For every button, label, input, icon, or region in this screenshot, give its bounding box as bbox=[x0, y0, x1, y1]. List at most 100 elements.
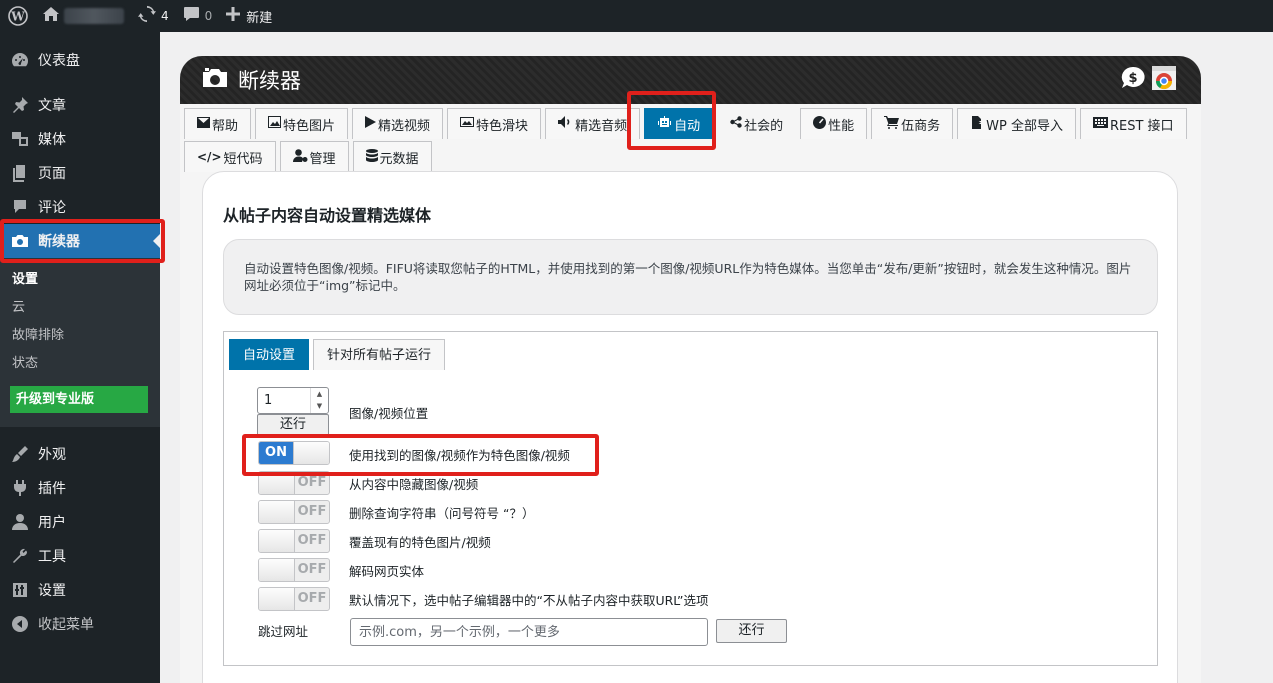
menu-comments[interactable]: 评论 bbox=[0, 190, 160, 224]
tab-auto[interactable]: 自动 bbox=[644, 108, 714, 139]
menu-pages[interactable]: 页面 bbox=[0, 156, 160, 190]
updates-link[interactable]: 4 bbox=[131, 0, 176, 32]
tab-shortcodes[interactable]: </> 短代码 bbox=[184, 141, 276, 172]
toggle-label: 默认情况下，选中帖子编辑器中的“不从帖子内容中获取URL”选项 bbox=[349, 593, 709, 608]
toggle-label: 删除查询字符串（问号符号 “？） bbox=[349, 506, 535, 521]
menu-label: 收起菜单 bbox=[38, 617, 94, 633]
toggle-knob bbox=[259, 530, 295, 552]
toggle-label: 使用找到的图像/视频作为特色图像/视频 bbox=[349, 448, 570, 463]
tab-featured-slider[interactable]: 特色滑块 bbox=[447, 108, 542, 139]
toggle-label: 覆盖现有的特色图片/视频 bbox=[349, 535, 491, 550]
tab-featured-image[interactable]: 特色图片 bbox=[255, 108, 349, 139]
submenu-status[interactable]: 状态 bbox=[0, 350, 160, 378]
plugin-submenu: 设置 云 故障排除 状态 升级到专业版 bbox=[0, 258, 160, 427]
toggle-state: OFF bbox=[297, 591, 327, 606]
toggle-label: 从内容中隐藏图像/视频 bbox=[349, 477, 479, 492]
wordpress-logo-icon[interactable]: W bbox=[0, 0, 35, 32]
tab-featured-audio[interactable]: 精选音频 bbox=[545, 108, 641, 139]
brush-icon bbox=[10, 444, 30, 464]
updates-count: 4 bbox=[161, 9, 169, 23]
wrench-icon bbox=[10, 546, 30, 566]
menu-posts[interactable]: 文章 bbox=[0, 88, 160, 122]
camera-icon bbox=[202, 67, 228, 93]
chrome-icon[interactable] bbox=[1152, 66, 1176, 94]
update-icon bbox=[138, 5, 156, 27]
tab-performance[interactable]: 性能 bbox=[800, 108, 868, 139]
page-icon bbox=[10, 163, 30, 183]
tab-featured-video[interactable]: 精选视频 bbox=[352, 108, 444, 139]
toggle-default-no-fetch[interactable]: OFF bbox=[258, 587, 330, 611]
menu-label: 媒体 bbox=[38, 132, 66, 148]
tab-admin[interactable]: 管理 bbox=[279, 141, 349, 172]
toggle-knob bbox=[259, 588, 295, 610]
tab-wp-all-import[interactable]: WP 全部导入 bbox=[957, 108, 1076, 139]
tab-label: 帮助 bbox=[212, 118, 239, 134]
toggle-decode-entities[interactable]: OFF bbox=[258, 558, 330, 582]
menu-tools[interactable]: 工具 bbox=[0, 539, 160, 573]
number-spinner[interactable]: ▲ ▼ bbox=[310, 388, 328, 413]
play-icon bbox=[365, 116, 378, 132]
menu-label: 文章 bbox=[38, 98, 66, 114]
toggle-overwrite-existing[interactable]: OFF bbox=[258, 529, 330, 553]
tab-label: 自动 bbox=[674, 118, 701, 134]
menu-label: 断续器 bbox=[38, 234, 80, 250]
menu-label: 页面 bbox=[38, 166, 66, 182]
media-icon bbox=[10, 129, 30, 149]
tab-rest-api[interactable]: REST 接口 bbox=[1079, 108, 1187, 139]
images-icon bbox=[460, 116, 476, 132]
tab-label: 精选音频 bbox=[575, 118, 628, 134]
toggle-use-found-media[interactable]: ON bbox=[258, 441, 330, 465]
tab-label: 伍商务 bbox=[901, 118, 941, 134]
gauge-icon bbox=[813, 115, 828, 133]
tab-label: 特色滑块 bbox=[476, 118, 529, 134]
position-run-button[interactable]: 还行 bbox=[257, 414, 329, 436]
tab-bar: 帮助 特色图片 精选视频 特色滑块 精选音频 自动 社会的 性能 伍商务 WP … bbox=[180, 104, 1201, 172]
site-home-link[interactable] bbox=[35, 0, 131, 32]
menu-label: 插件 bbox=[38, 481, 66, 497]
submenu-cloud[interactable]: 云 bbox=[0, 294, 160, 322]
tab-woocommerce[interactable]: 伍商务 bbox=[871, 108, 954, 139]
toggle-remove-query-string[interactable]: OFF bbox=[258, 500, 330, 524]
admin-sidebar: 仪表盘 文章 媒体 页面 评论 断续器 设置 云 故障排除 状态 升级到专业版 … bbox=[0, 32, 160, 683]
panel-title: 断续器 bbox=[238, 69, 301, 93]
position-number-input[interactable]: 1 ▲ ▼ bbox=[257, 387, 329, 414]
menu-dashboard[interactable]: 仪表盘 bbox=[0, 43, 160, 77]
position-value: 1 bbox=[264, 393, 273, 408]
submenu-settings[interactable]: 设置 bbox=[0, 266, 160, 294]
share-icon bbox=[730, 116, 744, 132]
robot-icon bbox=[657, 115, 674, 133]
comments-link[interactable]: 0 bbox=[176, 0, 220, 32]
tab-metadata[interactable]: 元数据 bbox=[352, 141, 432, 172]
toggle-state: OFF bbox=[297, 562, 327, 577]
menu-media[interactable]: 媒体 bbox=[0, 122, 160, 156]
menu-plugins[interactable]: 插件 bbox=[0, 471, 160, 505]
submenu-troubleshooting[interactable]: 故障排除 bbox=[0, 322, 160, 350]
new-content-link[interactable]: 新建 bbox=[219, 0, 279, 32]
tab-social[interactable]: 社会的 bbox=[717, 108, 796, 139]
menu-label: 评论 bbox=[38, 200, 66, 216]
new-label: 新建 bbox=[246, 10, 273, 26]
subtab-auto-settings[interactable]: 自动设置 bbox=[229, 339, 310, 370]
toggle-knob bbox=[293, 442, 329, 464]
settings-icon bbox=[10, 580, 30, 600]
menu-users[interactable]: 用户 bbox=[0, 505, 160, 539]
skip-url-label: 跳过网址 bbox=[258, 624, 309, 639]
skip-url-submit-button[interactable]: 还行 bbox=[716, 619, 787, 643]
description-box: 自动设置特色图像/视频。FIFU将读取您帖子的HTML，并使用找到的第一个图像/… bbox=[223, 239, 1158, 315]
tab-label: 社会的 bbox=[744, 118, 784, 134]
toggle-hide-from-content[interactable]: OFF bbox=[258, 471, 330, 495]
skip-url-input[interactable] bbox=[350, 618, 708, 646]
subtab-run-all-posts[interactable]: 针对所有帖子运行 bbox=[313, 339, 446, 370]
dollar-chat-icon[interactable]: $ bbox=[1120, 66, 1146, 94]
tab-help[interactable]: 帮助 bbox=[184, 108, 252, 139]
camera-icon bbox=[10, 231, 30, 251]
menu-label: 外观 bbox=[38, 447, 66, 463]
menu-snippets-current[interactable]: 断续器 bbox=[0, 224, 160, 258]
menu-appearance[interactable]: 外观 bbox=[0, 437, 160, 471]
pin-icon bbox=[10, 95, 30, 115]
upgrade-pro-button[interactable]: 升级到专业版 bbox=[10, 386, 148, 413]
menu-collapse[interactable]: 收起菜单 bbox=[0, 607, 160, 641]
admin-bar: W 4 0 新建 bbox=[0, 0, 1273, 32]
section-title: 从帖子内容自动设置精选媒体 bbox=[223, 206, 432, 225]
menu-settings[interactable]: 设置 bbox=[0, 573, 160, 607]
